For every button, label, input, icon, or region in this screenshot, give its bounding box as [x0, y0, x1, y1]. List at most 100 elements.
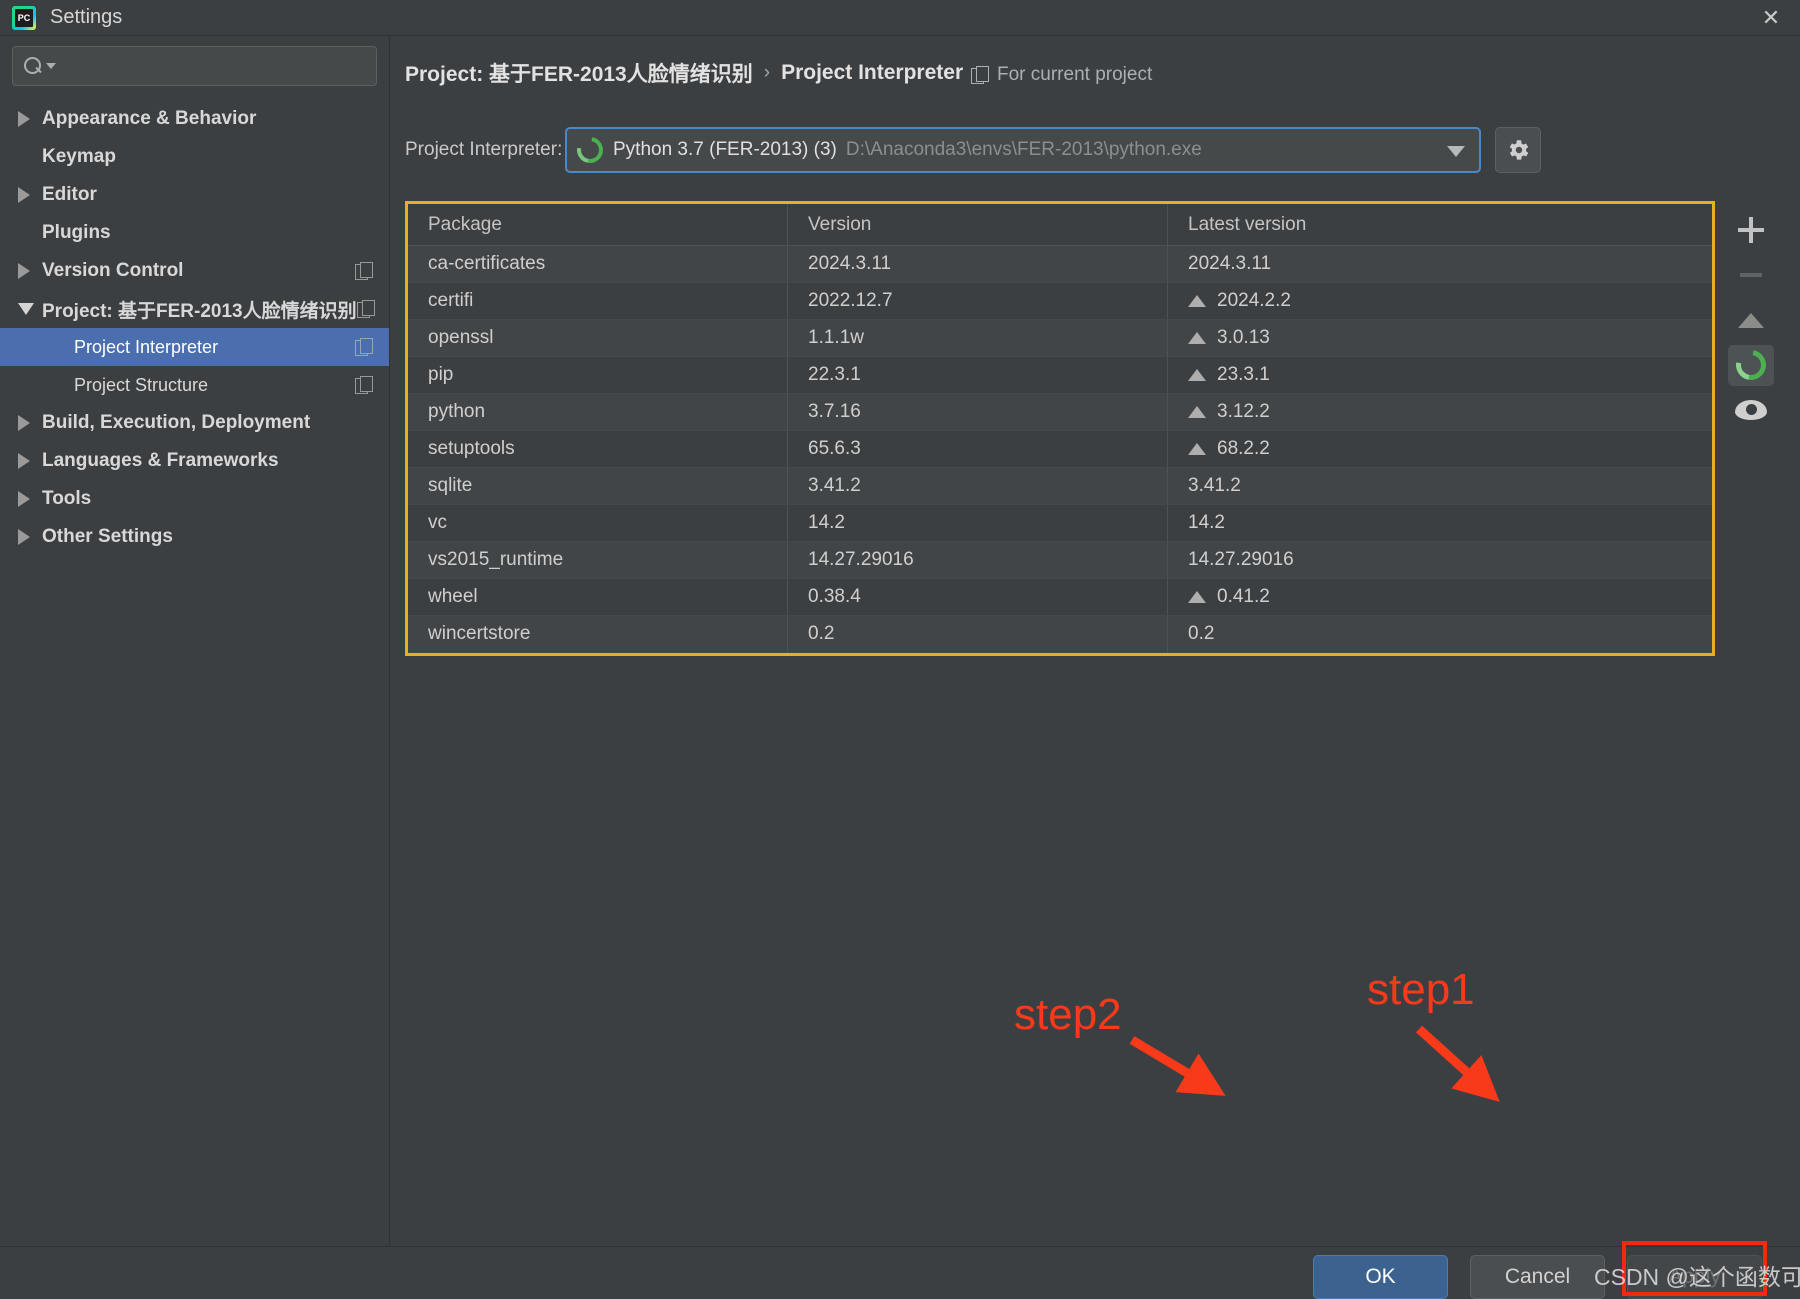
cell-version: 3.7.16 [788, 394, 1168, 430]
table-row[interactable]: sqlite3.41.23.41.2 [408, 468, 1712, 505]
sidebar-item-label: Appearance & Behavior [42, 108, 256, 130]
conda-install-button[interactable] [1728, 345, 1774, 386]
settings-tree: Appearance & Behavior KeymapEditor Plugins… [0, 100, 389, 556]
for-current-project-link[interactable]: For current project [971, 64, 1152, 86]
search-input[interactable] [62, 57, 366, 75]
cell-version: 0.2 [788, 616, 1168, 652]
table-row[interactable]: vs2015_runtime14.27.2901614.27.29016 [408, 542, 1712, 579]
latest-version-text: 2024.3.11 [1188, 253, 1271, 275]
chevron-right-icon[interactable] [18, 453, 42, 469]
upgrade-package-button[interactable] [1728, 299, 1774, 340]
apply-button[interactable]: Apply [1627, 1255, 1762, 1299]
chevron-right-icon[interactable] [18, 529, 42, 545]
latest-version-text: 3.41.2 [1188, 475, 1241, 497]
sidebar-item-version-control[interactable]: Version Control [0, 252, 389, 290]
cell-version: 14.27.29016 [788, 542, 1168, 578]
interpreter-row: Project Interpreter: Python 3.7 (FER-201… [405, 124, 1795, 176]
settings-dialog: Settings ✕ Appearance & BehaviorKeymapEd… [0, 0, 1800, 1299]
chevron-right-icon[interactable] [18, 263, 42, 279]
table-row[interactable]: ca-certificates2024.3.112024.3.11 [408, 246, 1712, 283]
cell-version: 2024.3.11 [788, 246, 1168, 282]
cell-package: setuptools [408, 431, 788, 467]
latest-version-text: 3.12.2 [1217, 401, 1270, 423]
cell-latest-version: 3.0.13 [1168, 320, 1712, 356]
cell-package: ca-certificates [408, 246, 788, 282]
show-paths-button[interactable] [1728, 390, 1774, 431]
sidebar-item-project-interpreter[interactable]: Project Interpreter [0, 328, 389, 366]
cancel-button[interactable]: Cancel [1470, 1255, 1605, 1299]
interpreter-path: D:\Anaconda3\envs\FER-2013\python.exe [846, 139, 1202, 161]
column-header-package[interactable]: Package [408, 204, 788, 245]
column-header-latest-version[interactable]: Latest version [1168, 204, 1712, 245]
cell-latest-version: 2024.3.11 [1168, 246, 1712, 282]
table-row[interactable]: vc14.214.2 [408, 505, 1712, 542]
copy-icon [971, 66, 988, 84]
column-header-version[interactable]: Version [788, 204, 1168, 245]
sidebar-item-editor[interactable]: Editor [0, 176, 389, 214]
copy-icon [355, 338, 373, 356]
sidebar-item-project-fer-2013[interactable]: Project: 基于FER-2013人脸情绪识别 [0, 290, 389, 328]
sidebar-item-label: Version Control [42, 260, 183, 282]
cell-package: pip [408, 357, 788, 393]
latest-version-text: 14.27.29016 [1188, 549, 1294, 571]
cell-latest-version: 14.27.29016 [1168, 542, 1712, 578]
cell-latest-version: 3.12.2 [1168, 394, 1712, 430]
sidebar-item-languages-frameworks[interactable]: Languages & Frameworks [0, 442, 389, 480]
ok-button[interactable]: OK [1313, 1255, 1448, 1299]
cell-latest-version: 2024.2.2 [1168, 283, 1712, 319]
table-body: ca-certificates2024.3.112024.3.11certifi… [408, 246, 1712, 653]
latest-version-text: 2024.2.2 [1217, 290, 1291, 312]
chevron-right-icon[interactable] [18, 111, 42, 127]
cell-package: vc [408, 505, 788, 541]
interpreter-name: Python 3.7 (FER-2013) (3) [613, 139, 837, 161]
chevron-down-icon[interactable] [18, 303, 42, 315]
add-package-button[interactable] [1728, 209, 1774, 250]
remove-package-button[interactable] [1728, 254, 1774, 295]
for-current-project-label: For current project [997, 64, 1152, 86]
main-panel: Project: 基于FER-2013人脸情绪识别 › Project Inte… [391, 36, 1800, 1246]
chevron-down-icon [1447, 146, 1465, 157]
breadcrumb-project[interactable]: Project: 基于FER-2013人脸情绪识别 [405, 58, 753, 88]
cell-package: wheel [408, 579, 788, 615]
table-row[interactable]: certifi2022.12.72024.2.2 [408, 283, 1712, 320]
packages-section: Package Version Latest version ca-certif… [405, 201, 1715, 435]
chevron-right-icon[interactable] [18, 491, 42, 507]
table-header-row: Package Version Latest version [408, 204, 1712, 246]
sidebar-item-plugins[interactable]: Plugins [0, 214, 389, 252]
sidebar-item-project-structure[interactable]: Project Structure [0, 366, 389, 404]
table-row[interactable]: wheel0.38.40.41.2 [408, 579, 1712, 616]
sidebar-item-tools[interactable]: Tools [0, 480, 389, 518]
cell-latest-version: 3.41.2 [1168, 468, 1712, 504]
sidebar-item-build-execution-deployment[interactable]: Build, Execution, Deployment [0, 404, 389, 442]
table-row[interactable]: wincertstore0.20.2 [408, 616, 1712, 653]
table-row[interactable]: pip22.3.123.3.1 [408, 357, 1712, 394]
cell-latest-version: 14.2 [1168, 505, 1712, 541]
cell-latest-version: 68.2.2 [1168, 431, 1712, 467]
plus-icon [1738, 217, 1764, 243]
chevron-right-icon[interactable] [18, 187, 42, 203]
close-icon[interactable]: ✕ [1742, 0, 1800, 35]
sidebar-item-label: Project Structure [74, 375, 208, 396]
latest-version-text: 0.2 [1188, 623, 1214, 645]
sidebar-item-label: Plugins [42, 222, 111, 244]
table-row[interactable]: openssl1.1.1w3.0.13 [408, 320, 1712, 357]
cell-version: 22.3.1 [788, 357, 1168, 393]
sidebar-item-appearance-behavior[interactable]: Appearance & Behavior [0, 100, 389, 138]
eye-icon [1735, 400, 1767, 420]
latest-version-text: 68.2.2 [1217, 438, 1270, 460]
latest-version-text: 14.2 [1188, 512, 1225, 534]
cell-package: vs2015_runtime [408, 542, 788, 578]
chevron-right-icon[interactable] [18, 415, 42, 431]
cell-latest-version: 23.3.1 [1168, 357, 1712, 393]
interpreter-dropdown[interactable]: Python 3.7 (FER-2013) (3) D:\Anaconda3\e… [565, 127, 1481, 173]
sidebar-item-keymap[interactable]: Keymap [0, 138, 389, 176]
copy-icon [355, 376, 373, 394]
table-row[interactable]: python3.7.163.12.2 [408, 394, 1712, 431]
table-row[interactable]: setuptools65.6.368.2.2 [408, 431, 1712, 468]
sidebar-item-label: Tools [42, 488, 91, 510]
search-box[interactable] [12, 46, 377, 86]
interpreter-settings-button[interactable] [1495, 127, 1541, 173]
cell-version: 3.41.2 [788, 468, 1168, 504]
cell-package: sqlite [408, 468, 788, 504]
sidebar-item-other-settings[interactable]: Other Settings [0, 518, 389, 556]
